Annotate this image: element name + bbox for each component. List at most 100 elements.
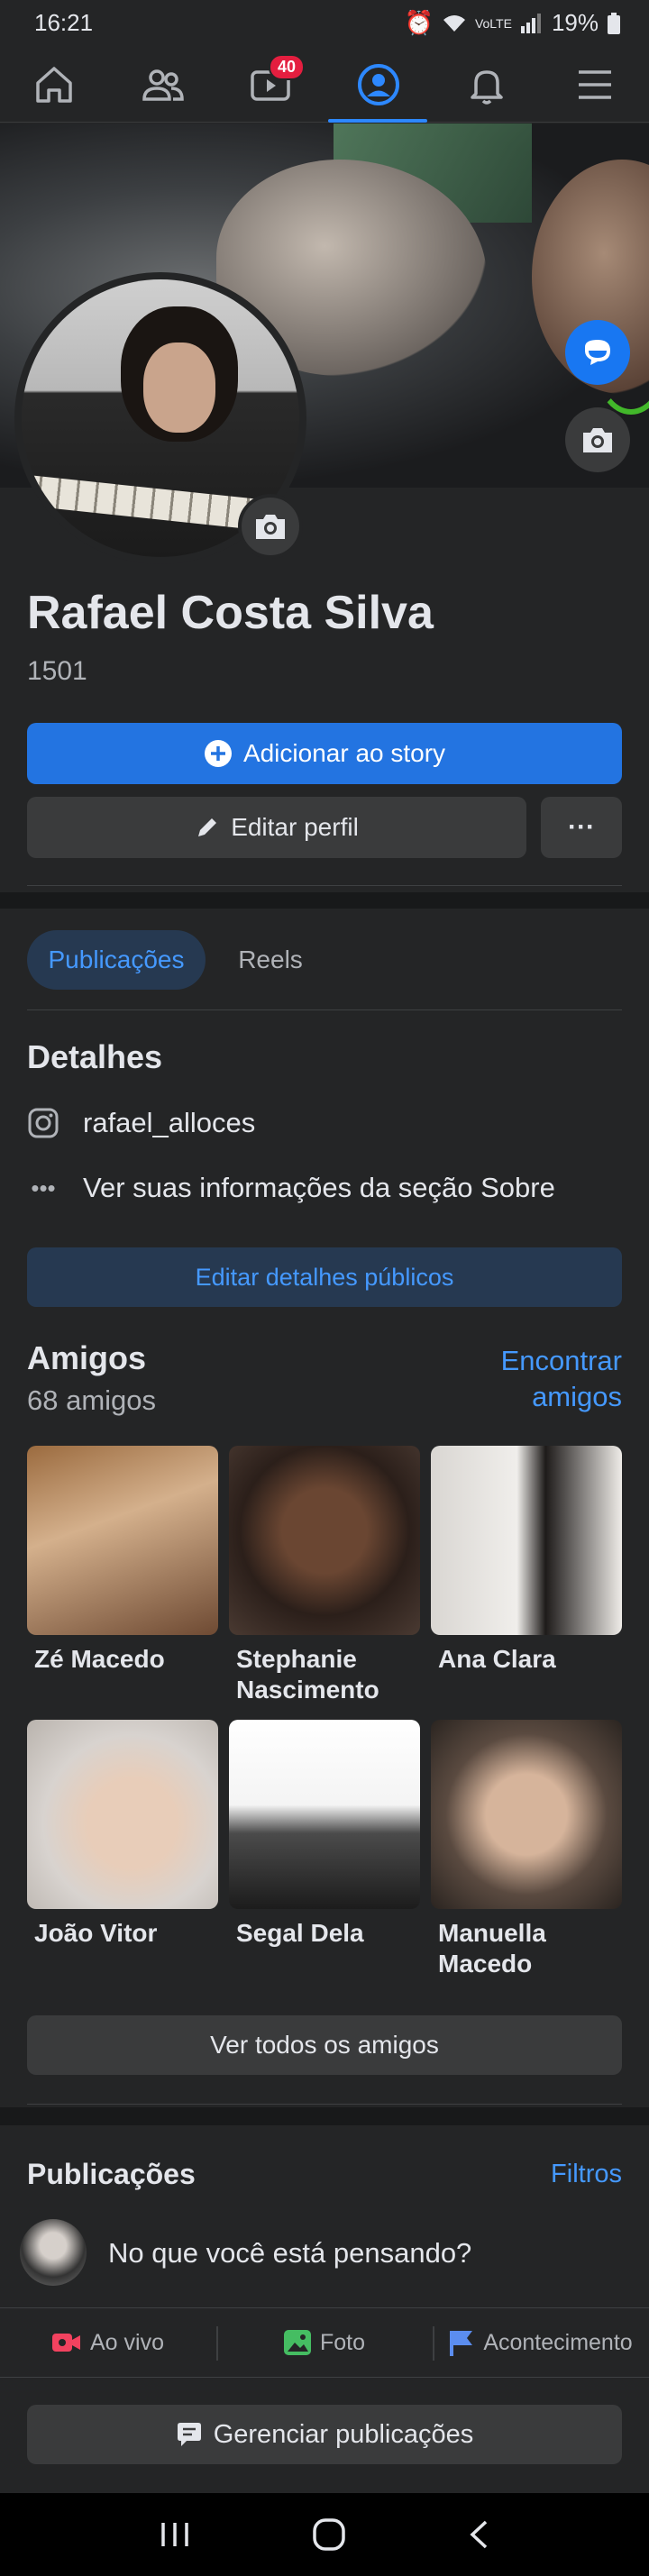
composer-actions: Ao vivo Foto Acontecimento (0, 2307, 649, 2378)
friend-name: Zé Macedo (34, 1645, 165, 1673)
friend-card[interactable]: Ana Clara (431, 1446, 622, 1675)
wifi-icon (443, 14, 465, 32)
friend-card[interactable]: Stephanie Nascimento B... (229, 1446, 420, 1705)
live-label: Ao vivo (90, 2329, 164, 2355)
friend-name: Manuella Macedo (438, 1919, 546, 1978)
messenger-icon (585, 340, 610, 365)
friend-name: Stephanie Nascimento B... (236, 1645, 379, 1704)
tab-posts[interactable]: Publicações (27, 930, 206, 990)
friend-name: Segal Dela (236, 1919, 364, 1947)
pencil-icon (198, 818, 217, 836)
profile-icon (358, 64, 399, 105)
friend-photo (431, 1720, 622, 1909)
menu-icon (579, 70, 611, 99)
manage-posts-label: Gerenciar publicações (213, 2419, 474, 2449)
divider (27, 1009, 622, 1010)
photo-icon (283, 2330, 311, 2355)
friend-card[interactable]: João Vitor (27, 1720, 218, 1949)
status-bar: 16:21 ⏰ VoLTE 19% (0, 0, 649, 47)
edit-profile-button[interactable]: Editar perfil (27, 797, 526, 858)
posts-title: Publicações (27, 2158, 196, 2190)
friend-card[interactable]: Zé Macedo (27, 1446, 218, 1675)
bell-icon (471, 70, 503, 105)
camera-icon (256, 515, 285, 539)
flag-icon (450, 2331, 473, 2356)
friend-card[interactable]: Segal Dela (229, 1720, 420, 1949)
messenger-button[interactable] (565, 320, 630, 385)
nav-menu[interactable] (541, 47, 649, 123)
edit-public-details-button[interactable]: Editar detalhes públicos (27, 1247, 622, 1307)
friend-name: João Vitor (34, 1919, 158, 1947)
status-icons: ⏰ VoLTE 19% (405, 9, 620, 37)
plus-circle-icon (204, 740, 232, 767)
life-event-button[interactable]: Acontecimento (433, 2308, 649, 2377)
details-title: Detalhes (27, 1038, 163, 1075)
friend-photo (431, 1446, 622, 1635)
add-story-label: Adicionar ao story (242, 739, 446, 767)
cover-camera-button[interactable] (565, 407, 630, 472)
friend-photo (229, 1446, 420, 1635)
tab-posts-label: Publicações (48, 945, 185, 973)
photo-label: Foto (319, 2329, 366, 2355)
about-label: Ver suas informações da seção Sobre (83, 1172, 555, 1203)
edit-profile-label: Editar perfil (231, 813, 359, 841)
post-composer[interactable]: No que você está pensando? (108, 2237, 471, 2270)
battery-level: 19% (551, 9, 599, 36)
tab-reels[interactable]: Reels (216, 930, 324, 990)
divider (27, 2104, 622, 2105)
avatar[interactable] (20, 2219, 87, 2286)
nav-notifications[interactable] (433, 47, 541, 123)
back-icon[interactable] (468, 2519, 489, 2550)
filters-link[interactable]: Filtros (551, 2160, 622, 2189)
camera-icon (583, 428, 612, 452)
status-time: 16:21 (34, 9, 94, 36)
life-event-label: Acontecimento (483, 2329, 633, 2355)
instagram-handle: rafael_alloces (83, 1107, 256, 1138)
detail-instagram[interactable]: rafael_alloces (27, 1107, 255, 1139)
detail-about[interactable]: ••• Ver suas informações da seção Sobre (27, 1172, 555, 1204)
profile-count: 1501 (27, 656, 87, 686)
ellipsis-icon: ••• (31, 1174, 56, 1201)
divider (27, 885, 622, 886)
more-icon: ··· (568, 812, 595, 842)
add-story-button[interactable]: Adicionar ao story (27, 723, 622, 784)
nav-friends[interactable] (108, 47, 216, 123)
live-video-icon (52, 2334, 80, 2352)
recent-apps-icon[interactable] (160, 2521, 190, 2548)
live-button[interactable]: Ao vivo (0, 2308, 216, 2377)
friends-title: Amigos (27, 1339, 147, 1376)
section-separator (0, 892, 649, 909)
nav-active-indicator (328, 119, 427, 123)
home-icon (36, 67, 72, 103)
friend-name: Ana Clara (438, 1645, 556, 1673)
friend-photo (27, 1720, 218, 1909)
manage-posts-button[interactable]: Gerenciar publicações (27, 2405, 622, 2464)
section-separator (0, 2107, 649, 2125)
edit-details-label: Editar detalhes públicos (195, 1263, 454, 1291)
more-options-button[interactable]: ··· (541, 797, 622, 858)
avatar-camera-button[interactable] (238, 494, 303, 559)
top-nav: 40 (0, 47, 649, 123)
battery-icon (608, 12, 620, 34)
friends-count: 68 amigos (27, 1384, 157, 1416)
tab-reels-label: Reels (238, 945, 303, 973)
instagram-icon (27, 1107, 59, 1139)
nav-profile[interactable] (324, 47, 433, 123)
see-all-friends-label: Ver todos os amigos (210, 2031, 439, 2059)
system-navigation (0, 2493, 649, 2576)
video-badge: 40 (269, 54, 306, 80)
find-friends-link[interactable]: Encontrar amigos (442, 1343, 622, 1415)
friends-icon (142, 69, 184, 101)
manage-posts-icon (177, 2423, 201, 2446)
signal-icon (520, 13, 541, 33)
friend-card[interactable]: Manuella Macedo (431, 1720, 622, 1979)
network-type: VoLTE (474, 15, 512, 31)
see-all-friends-button[interactable]: Ver todos os amigos (27, 2015, 622, 2075)
profile-name: Rafael Costa Silva (27, 587, 434, 639)
home-button-icon[interactable] (312, 2517, 346, 2552)
nav-home[interactable] (0, 47, 108, 123)
friend-photo (27, 1446, 218, 1635)
photo-button[interactable]: Foto (216, 2308, 433, 2377)
alarm-icon: ⏰ (404, 9, 434, 36)
friend-photo (229, 1720, 420, 1909)
